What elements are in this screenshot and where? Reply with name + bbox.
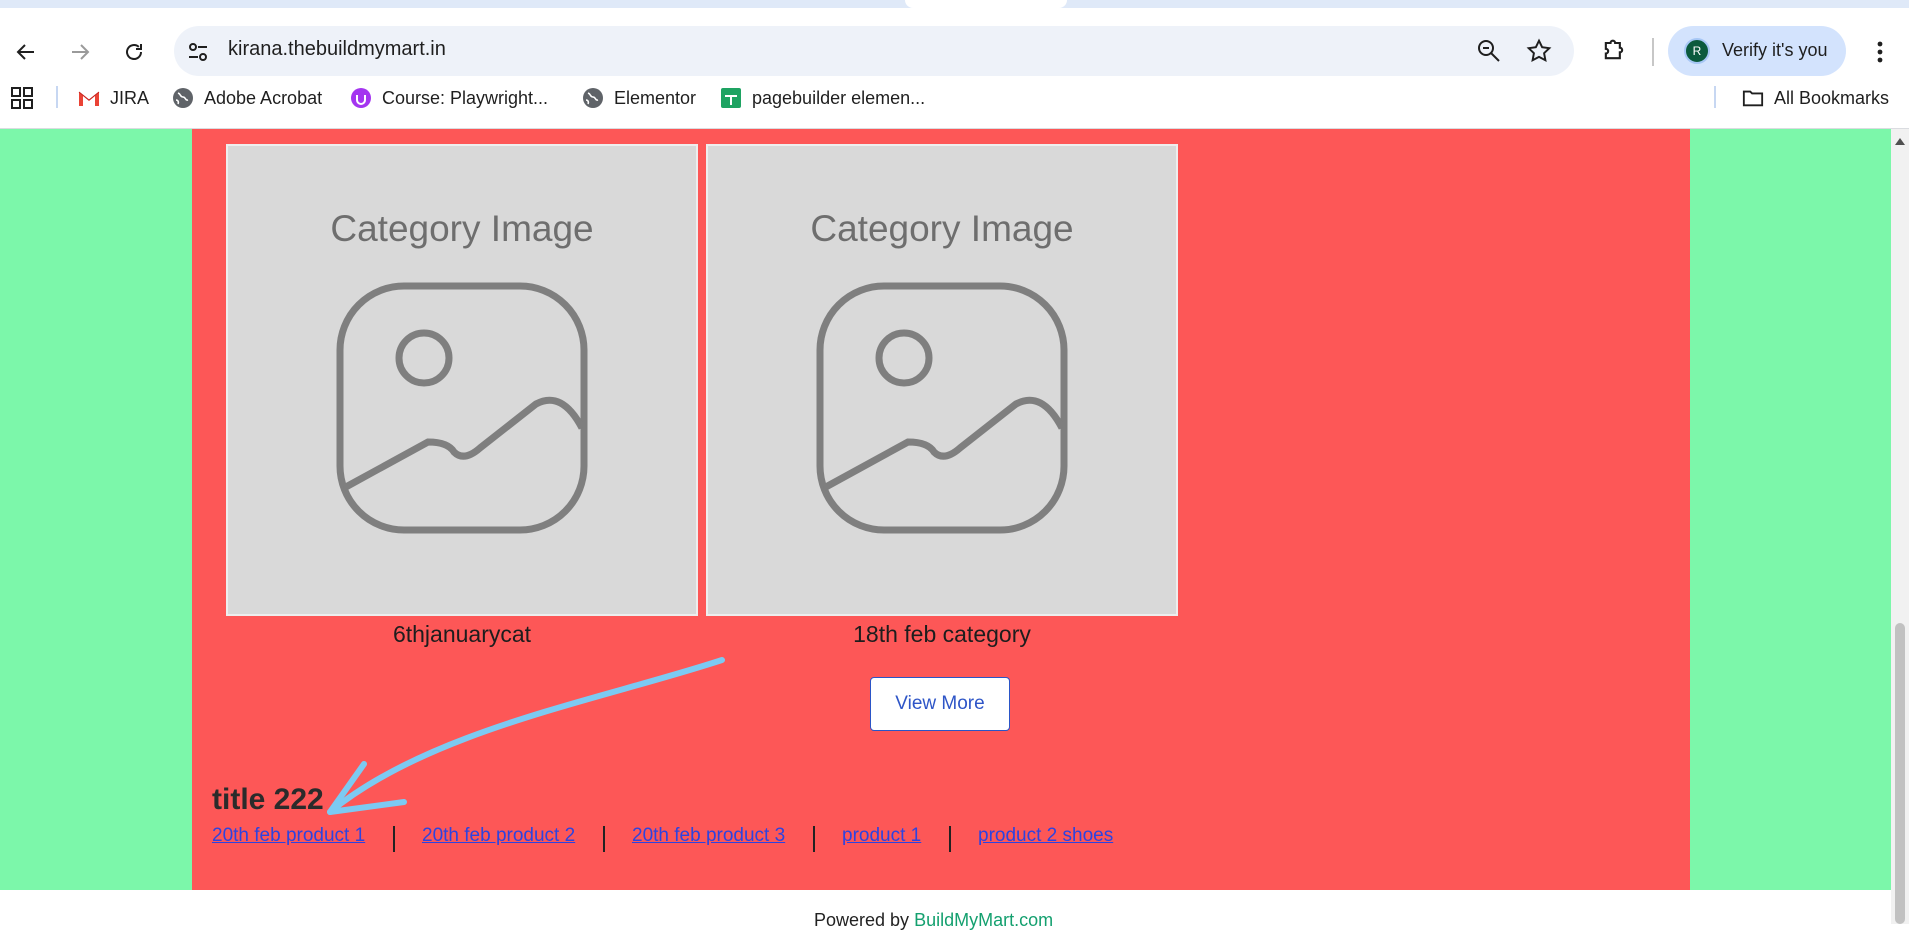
product-link[interactable]: 20th feb product 3 — [632, 825, 785, 847]
scrollbar[interactable] — [1891, 129, 1909, 924]
scroll-up-arrow-icon[interactable] — [1894, 136, 1906, 146]
powered-brand-link[interactable]: BuildMyMart.com — [914, 910, 1053, 930]
link-separator — [603, 826, 605, 852]
product-link[interactable]: 20th feb product 1 — [212, 825, 365, 847]
product-link[interactable]: product 1 — [842, 825, 921, 847]
powered-by-text: Powered by BuildMyMart.com — [814, 910, 1053, 931]
link-separator — [949, 826, 951, 852]
product-link[interactable]: product 2 shoes — [978, 825, 1113, 847]
link-separator — [393, 826, 395, 852]
section-title: title 222 — [212, 783, 324, 816]
product-link[interactable]: 20th feb product 2 — [422, 825, 575, 847]
link-separator — [813, 826, 815, 852]
scrollbar-thumb[interactable] — [1895, 623, 1905, 924]
powered-prefix: Powered by — [814, 910, 915, 930]
